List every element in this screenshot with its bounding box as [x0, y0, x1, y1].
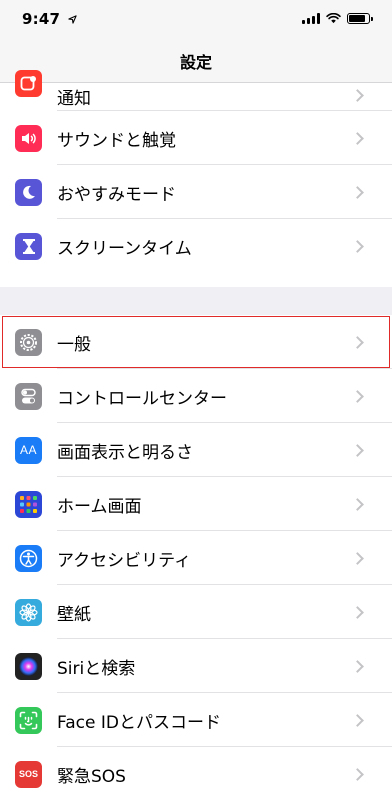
settings-row-screen-time[interactable]: スクリーンタイム: [0, 219, 392, 273]
app-grid-icon: [15, 490, 42, 518]
chevron-right-icon: [351, 335, 364, 349]
chevron-right-icon: [351, 659, 364, 673]
text-size-icon-label: AA: [19, 443, 37, 457]
settings-row-emergency-sos[interactable]: SOS 緊急SOS: [0, 747, 392, 800]
settings-row-label: 画面表示と明るさ: [57, 442, 193, 463]
battery-icon: [347, 13, 373, 24]
settings-row-label: Face IDとパスコード: [57, 712, 221, 733]
settings-group-1: 通知 サウンドと触覚 おやすみモード スクリーンタイム: [0, 70, 392, 273]
settings-row-home-screen[interactable]: ホーム画面: [0, 477, 392, 531]
settings-row-general[interactable]: 一般: [0, 315, 392, 369]
chevron-right-icon: [351, 767, 364, 781]
settings-row-label: サウンドと触覚: [57, 130, 176, 151]
page-title: 設定: [179, 53, 212, 72]
settings-row-accessibility[interactable]: アクセシビリティ: [0, 531, 392, 585]
toggles-icon: [15, 382, 42, 410]
settings-row-label: Siriと検索: [57, 658, 136, 679]
face-id-icon: [15, 706, 42, 734]
chevron-right-icon: [351, 443, 364, 457]
nav-bar: 設定: [0, 40, 392, 83]
hourglass-icon: [15, 232, 42, 260]
settings-row-label: 一般: [57, 334, 91, 355]
siri-icon: [15, 652, 42, 680]
chevron-right-icon: [351, 239, 364, 253]
settings-row-sounds[interactable]: サウンドと触覚: [0, 111, 392, 165]
settings-row-do-not-disturb[interactable]: おやすみモード: [0, 165, 392, 219]
chevron-right-icon: [351, 605, 364, 619]
status-time: 9:47: [22, 10, 77, 28]
speaker-icon: [15, 124, 42, 152]
settings-row-label: 通知: [57, 89, 91, 109]
chevron-right-icon: [351, 551, 364, 565]
flower-icon: [15, 598, 42, 626]
text-size-icon: AA: [15, 436, 42, 464]
chevron-right-icon: [351, 497, 364, 511]
settings-row-label: おやすみモード: [57, 184, 176, 205]
settings-row-label: アクセシビリティ: [57, 550, 192, 571]
chevron-right-icon: [351, 185, 364, 199]
settings-row-label: 緊急SOS: [57, 766, 126, 787]
section-gap: [0, 287, 392, 315]
status-bar: 9:47: [0, 0, 392, 40]
chevron-right-icon: [351, 89, 364, 102]
settings-row-label: スクリーンタイム: [57, 238, 192, 259]
gear-icon: [15, 328, 42, 356]
location-arrow-icon: [67, 15, 77, 24]
sos-icon-label: SOS: [18, 769, 38, 779]
settings-row-label: ホーム画面: [57, 496, 142, 517]
sos-icon: SOS: [15, 760, 42, 788]
moon-icon: [15, 178, 42, 206]
settings-group-2: 一般 コントロールセンター AA 画面表示と明るさ ホーム画面 アクセシビリティ…: [0, 315, 392, 800]
settings-row-label: コントロールセンター: [57, 388, 227, 409]
chevron-right-icon: [351, 713, 364, 727]
wifi-icon: [326, 13, 341, 24]
notifications-icon: [15, 70, 42, 97]
chevron-right-icon: [351, 131, 364, 145]
chevron-right-icon: [351, 389, 364, 403]
settings-row-face-id-passcode[interactable]: Face IDとパスコード: [0, 693, 392, 747]
settings-row-display-brightness[interactable]: AA 画面表示と明るさ: [0, 423, 392, 477]
settings-row-control-center[interactable]: コントロールセンター: [0, 369, 392, 423]
status-indicators: [302, 13, 373, 24]
settings-row-wallpaper[interactable]: 壁紙: [0, 585, 392, 639]
settings-row-siri-search[interactable]: Siriと検索: [0, 639, 392, 693]
cellular-signal-icon: [302, 13, 320, 24]
settings-row-label: 壁紙: [57, 604, 91, 625]
accessibility-icon: [15, 544, 42, 572]
settings-row-notifications[interactable]: 通知: [0, 70, 392, 111]
